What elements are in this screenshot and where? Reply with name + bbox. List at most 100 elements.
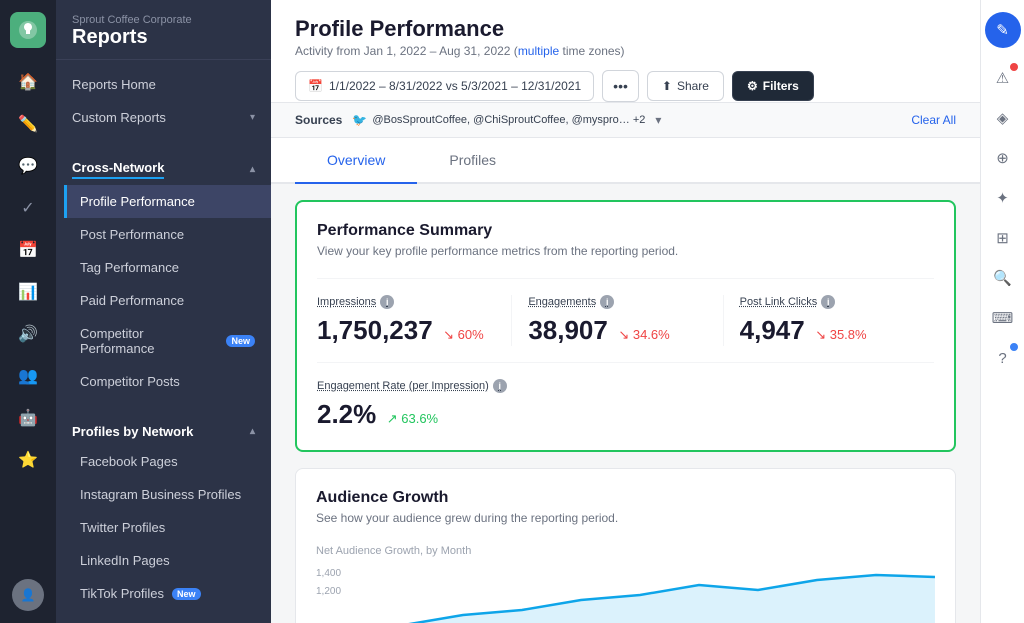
date-range-button[interactable]: 📅 1/1/2022 – 8/31/2022 vs 5/3/2021 – 12/… bbox=[295, 71, 594, 101]
sidebar-item-instagram-business[interactable]: Instagram Business Profiles bbox=[64, 478, 271, 511]
profiles-by-network-header[interactable]: Profiles by Network ▴ bbox=[56, 414, 271, 445]
performance-summary-subtitle: View your key profile performance metric… bbox=[317, 244, 934, 258]
chart-container: 1,400 1,200 bbox=[316, 565, 935, 623]
cross-network-header[interactable]: Cross-Network ▴ bbox=[56, 150, 271, 185]
impressions-value: 1,750,237 60% bbox=[317, 315, 495, 346]
page-subtitle: Activity from Jan 1, 2022 – Aug 31, 2022… bbox=[295, 44, 956, 58]
help-icon[interactable]: ? bbox=[985, 340, 1021, 376]
sidebar: Sprout Coffee Corporate Reports Reports … bbox=[56, 0, 271, 623]
arrow-down-icon-3 bbox=[815, 327, 826, 342]
share-button[interactable]: ⬆ Share bbox=[647, 71, 724, 101]
engagements-change: 34.6% bbox=[618, 327, 669, 342]
sidebar-item-paid-performance[interactable]: Paid Performance bbox=[64, 284, 271, 317]
listening-icon[interactable]: 🔊 bbox=[10, 316, 46, 352]
impressions-info-icon[interactable]: i bbox=[380, 295, 394, 309]
chart-y-labels: 1,400 1,200 bbox=[316, 565, 341, 601]
performance-summary-card: Performance Summary View your key profil… bbox=[295, 200, 956, 452]
performance-summary-title: Performance Summary bbox=[317, 222, 934, 240]
home-icon[interactable]: 🏠 bbox=[10, 64, 46, 100]
alert-icon[interactable]: ⚠ bbox=[985, 60, 1021, 96]
chevron-up-icon: ▴ bbox=[250, 164, 255, 175]
page-header: Profile Performance Activity from Jan 1,… bbox=[271, 0, 980, 103]
people-icon[interactable]: 👥 bbox=[10, 358, 46, 394]
more-options-button[interactable]: ••• bbox=[602, 70, 639, 102]
engagement-rate-info-icon[interactable]: i bbox=[493, 379, 507, 393]
source-tag-text: @BosSproutCoffee, @ChiSproutCoffee, @mys… bbox=[372, 114, 645, 126]
sources-chevron-icon[interactable]: ▾ bbox=[655, 113, 661, 127]
sidebar-item-post-performance[interactable]: Post Performance bbox=[64, 218, 271, 251]
tab-overview[interactable]: Overview bbox=[295, 138, 417, 184]
audience-growth-title: Audience Growth bbox=[316, 489, 935, 507]
audience-growth-subtitle: See how your audience grew during the re… bbox=[316, 511, 935, 525]
tab-profiles[interactable]: Profiles bbox=[417, 138, 528, 184]
compose-icon[interactable]: ✏️ bbox=[10, 106, 46, 142]
chart-svg bbox=[345, 565, 935, 623]
grid-icon[interactable]: ⊞ bbox=[985, 220, 1021, 256]
add-icon[interactable]: ✦ bbox=[985, 180, 1021, 216]
sidebar-item-tag-performance[interactable]: Tag Performance bbox=[64, 251, 271, 284]
sidebar-item-profile-performance[interactable]: Profile Performance bbox=[64, 185, 271, 218]
arrow-down-icon-2 bbox=[618, 327, 629, 342]
sidebar-item-competitor-performance[interactable]: Competitor Performance New bbox=[64, 317, 271, 365]
share-icon: ⬆ bbox=[662, 79, 672, 93]
messages-icon[interactable]: 💬 bbox=[10, 148, 46, 184]
search-icon[interactable]: 🔍 bbox=[985, 260, 1021, 296]
arrow-up-icon bbox=[387, 411, 398, 426]
metric-impressions: Impressions i 1,750,237 60% bbox=[317, 295, 512, 346]
post-link-clicks-label: Post Link Clicks i bbox=[740, 295, 918, 309]
bot-icon[interactable]: 🤖 bbox=[10, 400, 46, 436]
sidebar-item-facebook-pages[interactable]: Facebook Pages bbox=[64, 445, 271, 478]
tasks-icon[interactable]: ✓ bbox=[10, 190, 46, 226]
filter-icon: ⚙ bbox=[747, 79, 758, 93]
sources-left: Sources 🐦 @BosSproutCoffee, @ChiSproutCo… bbox=[295, 113, 661, 127]
brand-title: Reports bbox=[72, 26, 255, 49]
tiktok-new-badge: New bbox=[172, 588, 201, 600]
network-icon[interactable]: ◈ bbox=[985, 100, 1021, 136]
chart-area bbox=[345, 565, 935, 623]
new-badge: New bbox=[226, 335, 255, 347]
sidebar-item-competitor-posts[interactable]: Competitor Posts bbox=[64, 365, 271, 398]
sources-bar: Sources 🐦 @BosSproutCoffee, @ChiSproutCo… bbox=[271, 103, 980, 138]
impressions-change: 60% bbox=[443, 327, 484, 342]
engagements-info-icon[interactable]: i bbox=[600, 295, 614, 309]
chevron-up-icon-2: ▴ bbox=[250, 426, 255, 437]
sidebar-item-reports-home[interactable]: Reports Home bbox=[56, 68, 271, 101]
sidebar-item-linkedin-pages[interactable]: LinkedIn Pages bbox=[64, 544, 271, 577]
engagements-label: Engagements i bbox=[528, 295, 706, 309]
sources-label: Sources bbox=[295, 113, 342, 127]
arrow-down-icon bbox=[443, 327, 454, 342]
engagements-value: 38,907 34.6% bbox=[528, 315, 706, 346]
metric-engagements: Engagements i 38,907 34.6% bbox=[512, 295, 723, 346]
right-icon-rail: ✎ ⚠ ◈ ⊕ ✦ ⊞ 🔍 ⌨ ? bbox=[980, 0, 1024, 623]
keyboard-icon[interactable]: ⌨ bbox=[985, 300, 1021, 336]
impressions-label: Impressions i bbox=[317, 295, 495, 309]
star-icon[interactable]: ⭐ bbox=[10, 442, 46, 478]
calendar-icon: 📅 bbox=[308, 79, 323, 93]
engagement-rate-value: 2.2% 63.6% bbox=[317, 399, 934, 430]
engagement-rate-change: 63.6% bbox=[387, 411, 438, 426]
post-link-clicks-info-icon[interactable]: i bbox=[821, 295, 835, 309]
sidebar-item-tiktok-profiles[interactable]: TikTok Profiles New bbox=[64, 577, 271, 610]
sidebar-item-custom-reports[interactable]: Custom Reports ▾ bbox=[56, 101, 271, 134]
chart-label: Net Audience Growth, by Month bbox=[316, 545, 935, 557]
analytics-icon[interactable]: 📊 bbox=[10, 274, 46, 310]
publish-icon[interactable]: 📅 bbox=[10, 232, 46, 268]
clear-all-button[interactable]: Clear All bbox=[911, 113, 956, 127]
cross-network-items: Profile Performance Post Performance Tag… bbox=[56, 185, 271, 398]
filters-button[interactable]: ⚙ Filters bbox=[732, 71, 814, 101]
timezone-link[interactable]: multiple bbox=[518, 44, 559, 58]
engagement-rate-row: Engagement Rate (per Impression) i 2.2% … bbox=[317, 362, 934, 430]
sidebar-item-twitter-profiles[interactable]: Twitter Profiles bbox=[64, 511, 271, 544]
app-logo bbox=[10, 12, 46, 48]
help-dot bbox=[1010, 343, 1018, 351]
post-link-clicks-value: 4,947 35.8% bbox=[740, 315, 918, 346]
compose-cta-button[interactable]: ✎ bbox=[985, 12, 1021, 48]
left-icon-rail: 🏠 ✏️ 💬 ✓ 📅 📊 🔊 👥 🤖 ⭐ 👤 bbox=[0, 0, 56, 623]
post-link-clicks-change: 35.8% bbox=[815, 327, 866, 342]
ellipsis-icon: ••• bbox=[613, 78, 628, 94]
user-avatar[interactable]: 👤 bbox=[12, 579, 44, 611]
cross-network-section: Cross-Network ▴ Profile Performance Post… bbox=[56, 142, 271, 406]
link-icon[interactable]: ⊕ bbox=[985, 140, 1021, 176]
profiles-by-network-section: Profiles by Network ▴ Facebook Pages Ins… bbox=[56, 406, 271, 618]
metric-post-link-clicks: Post Link Clicks i 4,947 35.8% bbox=[724, 295, 934, 346]
